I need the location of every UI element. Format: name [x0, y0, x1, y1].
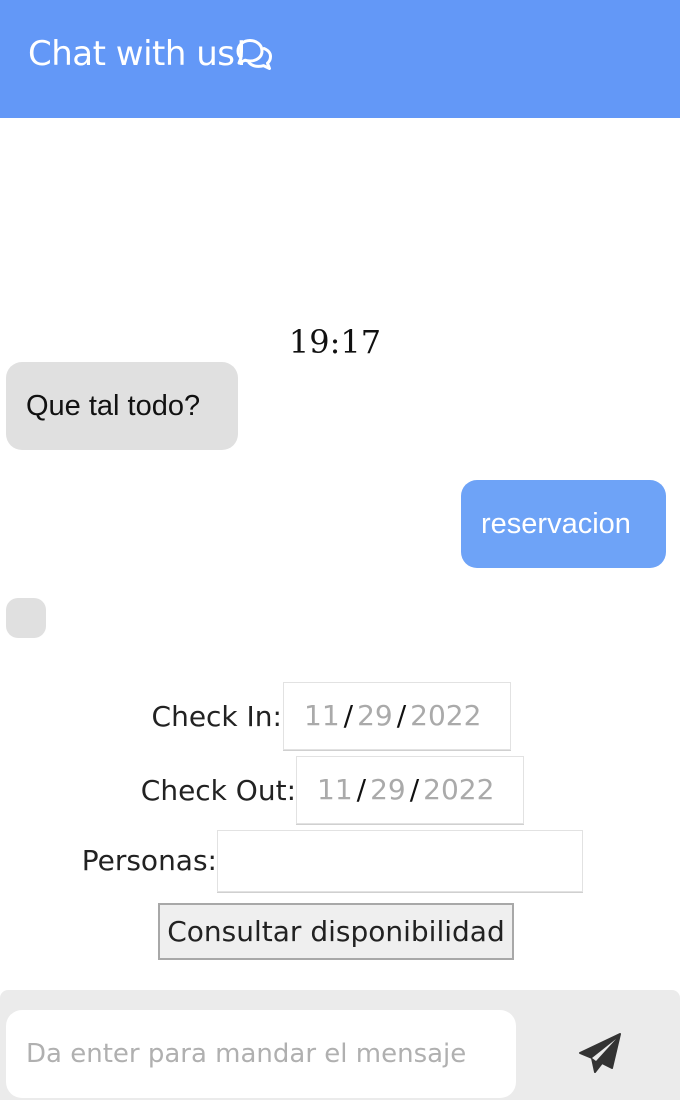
chat-widget: Chat with us! 19:17 Que tal todo? reserv… [0, 0, 680, 1100]
check-out-year[interactable]: 2022 [423, 773, 494, 806]
personas-label: Personas: [81, 844, 217, 877]
send-icon [579, 1033, 621, 1073]
message-composer: Da enter para mandar el mensaje [0, 990, 680, 1100]
user-message-bubble: reservacion [461, 480, 666, 568]
date-separator: / [409, 773, 420, 806]
check-out-day[interactable]: 29 [370, 773, 406, 806]
date-separator: / [396, 699, 407, 732]
check-in-day[interactable]: 29 [357, 699, 393, 732]
send-button[interactable] [576, 1030, 624, 1078]
check-out-date-input[interactable]: 11/29/2022 [296, 756, 524, 824]
chat-header: Chat with us! [0, 0, 680, 118]
message-input[interactable]: Da enter para mandar el mensaje [6, 1010, 516, 1098]
check-out-label: Check Out: [140, 774, 296, 807]
date-separator: / [343, 699, 354, 732]
check-in-month[interactable]: 11 [304, 699, 340, 732]
check-availability-button[interactable]: Consultar disponibilidad [158, 903, 514, 960]
date-separator: / [356, 773, 367, 806]
check-in-label: Check In: [151, 700, 282, 733]
personas-input[interactable] [217, 830, 583, 892]
bot-message-text: Que tal todo? [26, 390, 201, 422]
check-in-date-input[interactable]: 11/29/2022 [283, 682, 511, 750]
check-in-year[interactable]: 2022 [410, 699, 481, 732]
bot-message-bubble: Que tal todo? [6, 362, 238, 450]
user-message-text: reservacion [481, 508, 631, 540]
bot-message-bubble-empty [6, 598, 46, 638]
check-out-month[interactable]: 11 [317, 773, 353, 806]
header-title: Chat with us! [28, 34, 248, 74]
comments-icon [234, 38, 274, 72]
message-timestamp: 19:17 [288, 323, 382, 361]
